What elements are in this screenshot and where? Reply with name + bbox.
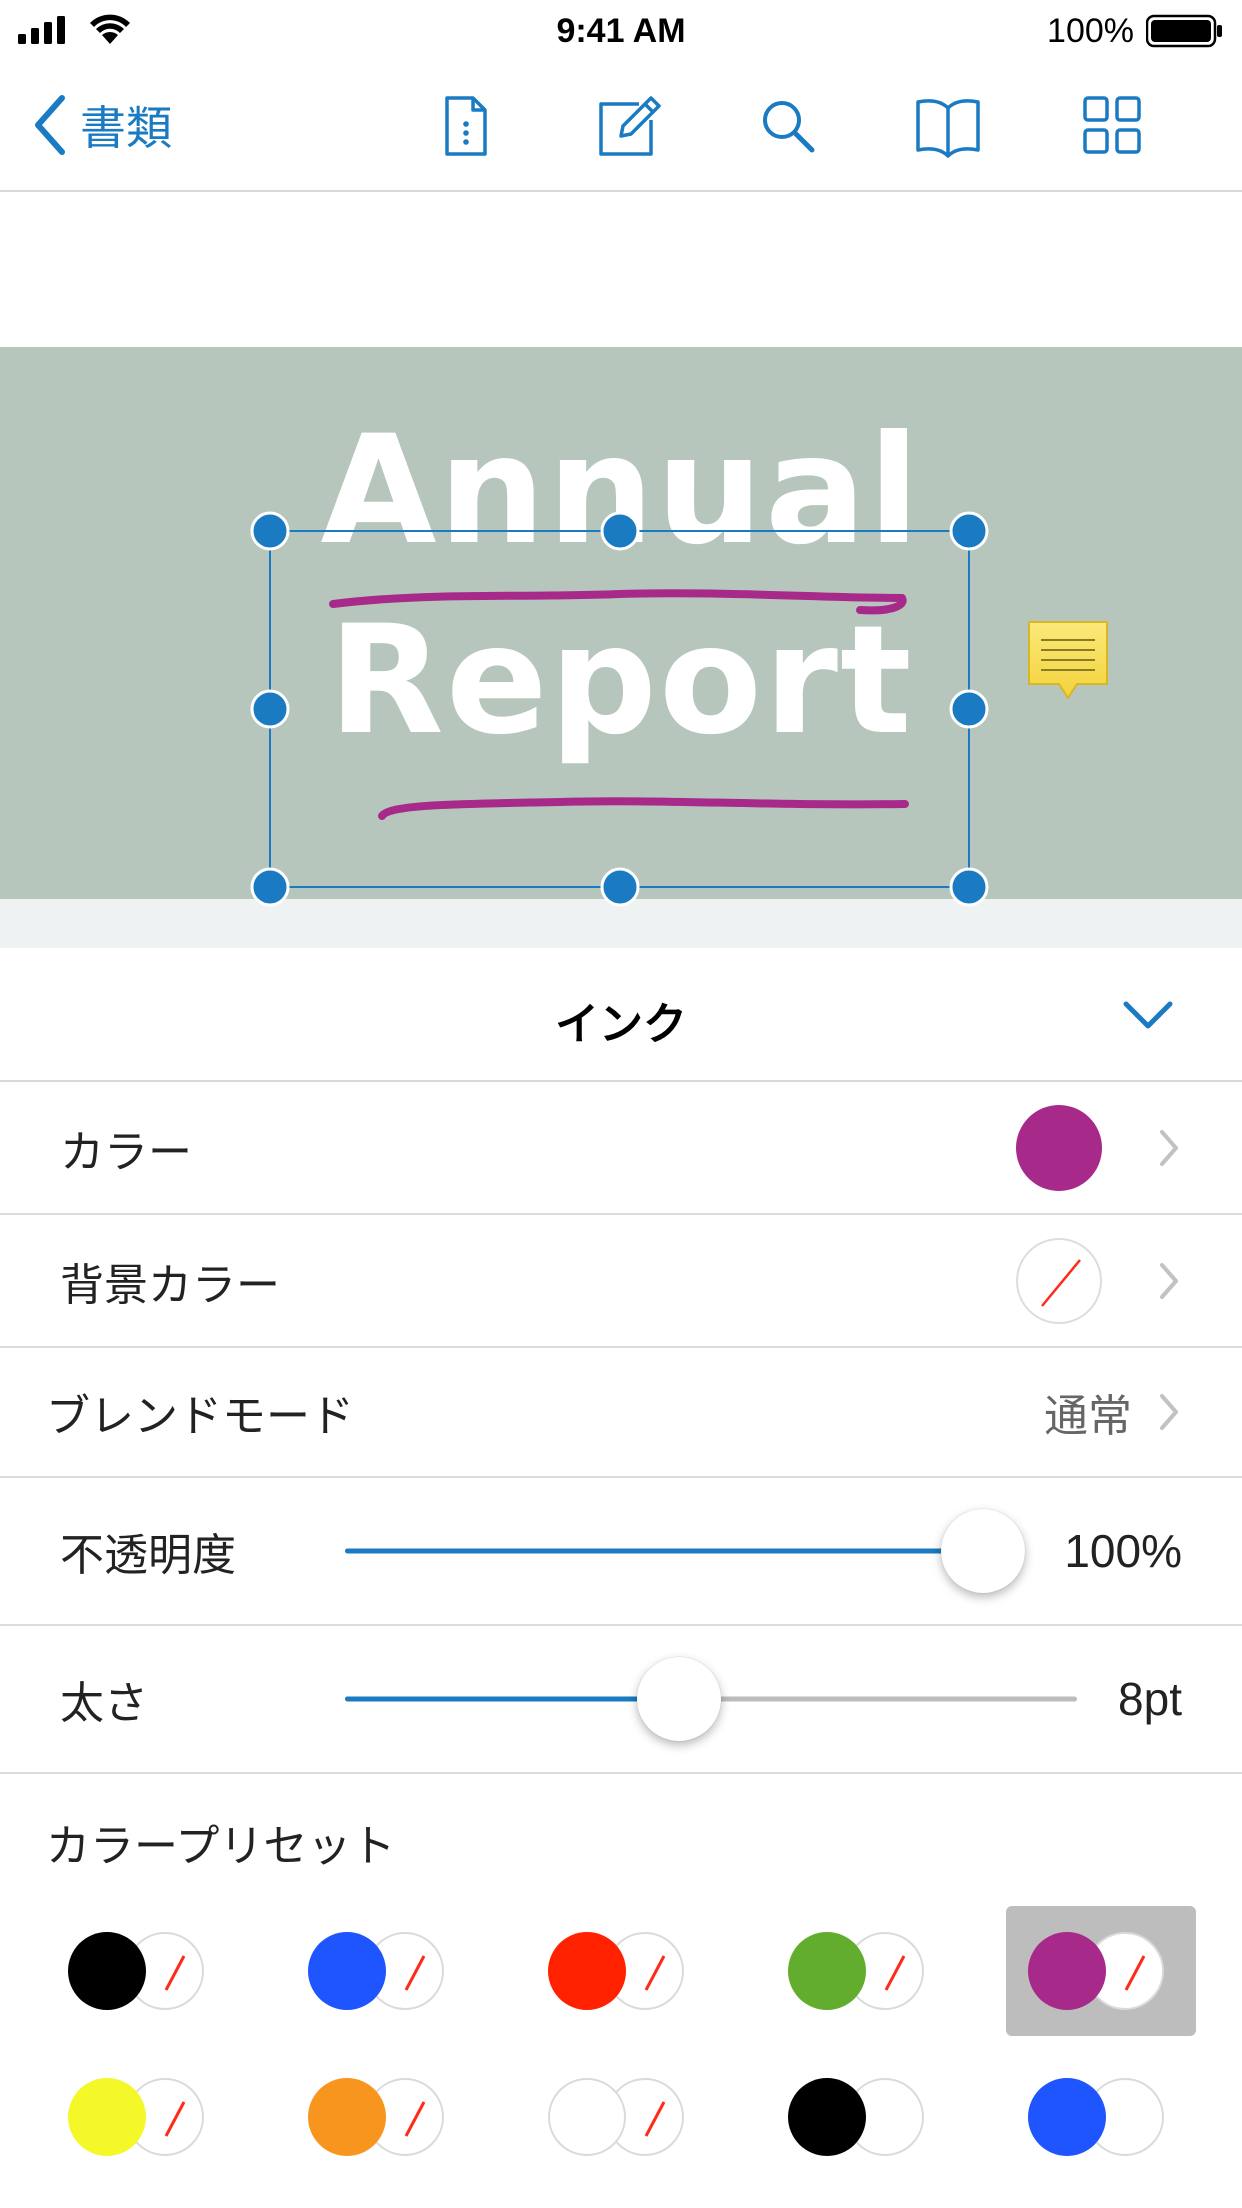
back-button-label: 書類 xyxy=(80,101,172,155)
color-preset-5[interactable] xyxy=(1006,1906,1196,2036)
ink-inspector-header: インク xyxy=(0,948,1242,1082)
handle-middle-right xyxy=(949,689,989,729)
blend-mode-label: ブレンドモード xyxy=(46,1391,354,1442)
handle-bottom-right xyxy=(949,867,989,907)
preset-color-swatch xyxy=(788,2078,866,2156)
color-preset-9[interactable] xyxy=(766,2052,956,2182)
book-outline-icon[interactable] xyxy=(912,90,984,162)
thickness-label: 太さ xyxy=(60,1678,148,1729)
sticky-note-icon[interactable] xyxy=(1025,618,1111,708)
opacity-label: 不透明度 xyxy=(60,1530,236,1581)
ink-underline-annual xyxy=(329,589,907,615)
color-row[interactable]: カラー xyxy=(0,1082,1242,1215)
color-preset-10[interactable] xyxy=(1006,2052,1196,2182)
thickness-row: 太さ 8pt xyxy=(0,1626,1242,1774)
preset-color-swatch xyxy=(308,1932,386,2010)
preset-color-swatch xyxy=(548,2078,626,2156)
background-color-label: 背景カラー xyxy=(60,1259,280,1311)
chevron-right-icon xyxy=(1160,1129,1178,1166)
handle-bottom-center xyxy=(600,867,640,907)
handle-bottom-left xyxy=(250,867,290,907)
opacity-value: 100% xyxy=(1064,1525,1182,1577)
navigation-bar: 書類 xyxy=(0,60,1242,192)
panel-title: インク xyxy=(555,999,687,1050)
thickness-slider-thumb[interactable] xyxy=(636,1657,721,1741)
ink-annotation-layer[interactable] xyxy=(0,194,1242,948)
chevron-left-icon xyxy=(35,95,65,155)
preset-color-swatch xyxy=(68,1932,146,2010)
selection-handles xyxy=(250,511,989,907)
chevron-right-icon xyxy=(1160,1262,1178,1299)
color-preset-4[interactable] xyxy=(766,1906,956,2036)
color-preset-7[interactable] xyxy=(286,2052,476,2182)
document-page-area[interactable]: Annual Report xyxy=(0,194,1242,948)
preset-color-swatch xyxy=(68,2078,146,2156)
opacity-row: 不透明度 100% xyxy=(0,1478,1242,1626)
thumbnails-grid-icon[interactable] xyxy=(1077,90,1149,162)
color-label: カラー xyxy=(60,1126,192,1178)
color-preset-6[interactable] xyxy=(46,2052,236,2182)
no-color-swatch[interactable] xyxy=(1016,1237,1102,1324)
status-bar: 9:41 AM 100% xyxy=(0,0,1242,60)
chevron-right-icon xyxy=(1160,1394,1178,1430)
document-info-icon[interactable] xyxy=(429,90,501,162)
blend-mode-row[interactable]: ブレンドモード 通常 xyxy=(0,1348,1242,1478)
battery-icon xyxy=(1146,14,1222,48)
opacity-slider-fill xyxy=(345,1548,983,1554)
thickness-value: 8pt xyxy=(1118,1673,1182,1725)
handle-middle-left xyxy=(250,689,290,729)
chevron-down-icon[interactable] xyxy=(1118,992,1178,1038)
back-button[interactable]: 書類 xyxy=(30,90,172,160)
background-color-row[interactable]: 背景カラー xyxy=(0,1215,1242,1348)
handle-top-left xyxy=(250,511,290,551)
opacity-slider-thumb[interactable] xyxy=(941,1509,1025,1593)
preset-color-swatch xyxy=(548,1932,626,2010)
selection-box xyxy=(269,530,970,888)
no-color-slash-icon xyxy=(1041,1258,1081,1307)
preset-color-swatch xyxy=(308,2078,386,2156)
handle-top-center xyxy=(600,511,640,551)
preset-color-swatch xyxy=(788,1932,866,2010)
handle-top-right xyxy=(949,511,989,551)
color-swatch[interactable] xyxy=(1016,1104,1102,1191)
color-preset-2[interactable] xyxy=(286,1906,476,2036)
blend-mode-value: 通常 xyxy=(1044,1391,1132,1442)
edit-annotate-icon[interactable] xyxy=(593,90,665,162)
color-preset-8[interactable] xyxy=(526,2052,716,2182)
ink-underline-report xyxy=(378,797,909,820)
thickness-slider-fill xyxy=(345,1696,679,1702)
preset-color-swatch xyxy=(1028,1932,1106,2010)
color-presets-label: カラープリセット xyxy=(46,1821,396,1872)
battery-percent: 100% xyxy=(1047,12,1134,50)
preset-color-swatch xyxy=(1028,2078,1106,2156)
color-preset-3[interactable] xyxy=(526,1906,716,2036)
color-preset-1[interactable] xyxy=(46,1906,236,2036)
search-icon[interactable] xyxy=(752,90,824,162)
